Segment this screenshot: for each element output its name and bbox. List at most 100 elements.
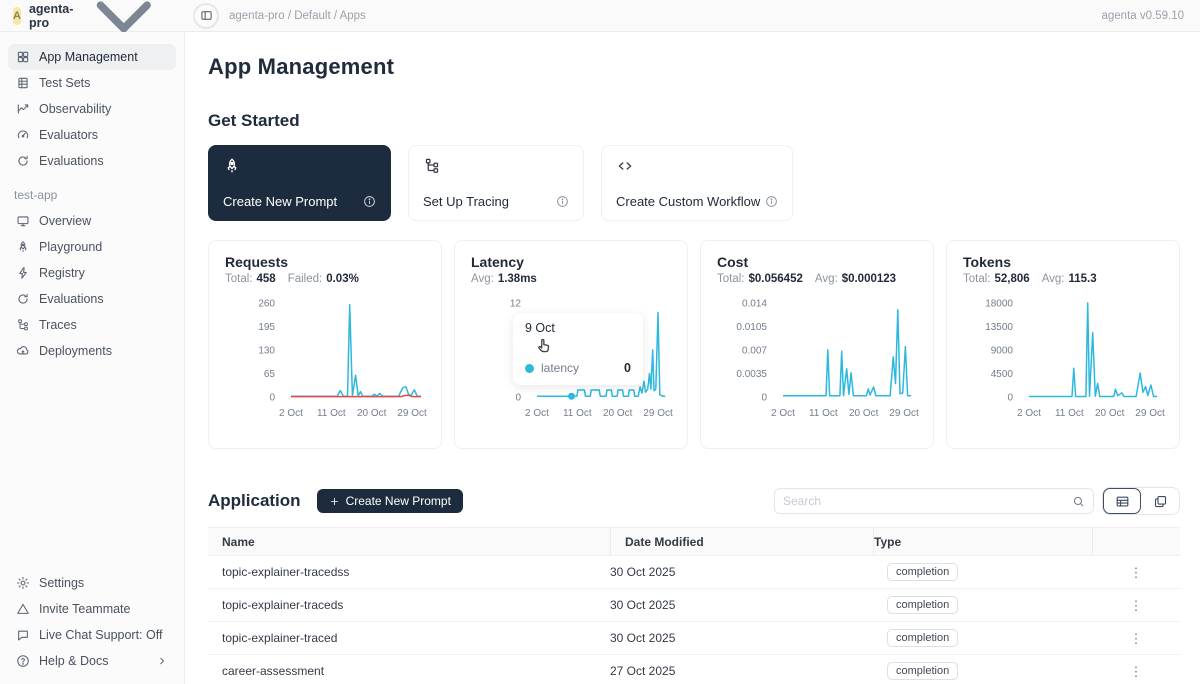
refresh-icon xyxy=(16,154,30,168)
tokens-line-chart[interactable]: 04500900013500180002 Oct11 Oct20 Oct29 O… xyxy=(963,289,1165,433)
metric-card-requests: RequestsTotal:458Failed:0.03%06513019526… xyxy=(208,240,442,449)
search-input[interactable] xyxy=(783,494,1072,508)
metric-stat-label: Avg: xyxy=(815,273,838,285)
table-row[interactable]: topic-explainer-traced30 Oct 2025complet… xyxy=(208,622,1180,655)
metric-stat-label: Total: xyxy=(963,273,991,285)
svg-text:9000: 9000 xyxy=(991,346,1014,357)
lightning-icon xyxy=(16,266,30,280)
sidebar-main-nav: App Management Test Sets Observability Eval… xyxy=(8,44,176,174)
sidebar-item-label: Test Sets xyxy=(39,76,90,90)
sidebar-item-traces[interactable]: Traces xyxy=(8,312,176,338)
get-started-cards: Create New Prompt Set Up Tracing Create Cu… xyxy=(208,145,1180,221)
sidebar-toggle-button[interactable] xyxy=(193,3,219,29)
table-row[interactable]: topic-explainer-tracedss30 Oct 2025compl… xyxy=(208,556,1180,589)
observability-icon xyxy=(16,102,30,116)
svg-text:13500: 13500 xyxy=(985,322,1013,333)
sidebar-item-evaluations[interactable]: Evaluations xyxy=(8,286,176,312)
sidebar-item-label: Traces xyxy=(39,318,77,332)
sidebar-item-playground[interactable]: Playground xyxy=(8,234,176,260)
metric-stat-value: 52,806 xyxy=(995,273,1030,285)
tooltip-date: 9 Oct xyxy=(525,321,631,335)
sidebar: App Management Test Sets Observability Eval… xyxy=(0,32,185,684)
table-row[interactable]: topic-explainer-traceds30 Oct 2025comple… xyxy=(208,589,1180,622)
sidebar-item-settings[interactable]: Settings xyxy=(8,570,176,596)
more-actions-icon[interactable]: ⋮ xyxy=(1127,632,1145,645)
table-view-button[interactable] xyxy=(1103,488,1141,514)
metric-card-tokens: Tokens Total: 52,806 Avg: 115.3 0 4500 9000 1350… xyxy=(946,240,1180,449)
svg-text:0.0035: 0.0035 xyxy=(736,369,767,380)
type-badge: completion xyxy=(887,563,958,581)
svg-text:20 Oct: 20 Oct xyxy=(1095,408,1125,419)
type-cell: completion xyxy=(873,629,1092,647)
card-label-row: Create New Prompt xyxy=(223,194,376,209)
svg-text:0: 0 xyxy=(761,393,767,404)
svg-text:29 Oct: 29 Oct xyxy=(643,408,673,419)
gear-icon xyxy=(16,576,30,590)
sidebar-item-label: App Management xyxy=(39,50,138,64)
sidebar-item-help-docs[interactable]: Help & Docs xyxy=(8,648,176,674)
hover-point-marker xyxy=(568,393,575,400)
svg-text:0.014: 0.014 xyxy=(742,299,767,310)
breadcrumb[interactable]: agenta-pro / Default / Apps xyxy=(229,10,366,22)
requests-line-chart[interactable]: 0651301952602 Oct11 Oct20 Oct29 Oct xyxy=(225,289,427,433)
chart-tooltip: 9 Octlatency0 xyxy=(513,313,643,385)
get-started-card-create-custom-workflow[interactable]: Create Custom Workflow xyxy=(601,145,793,221)
metric-stat-label: Avg: xyxy=(1042,273,1065,285)
metric-stat-value: 458 xyxy=(257,273,276,285)
metric-stat-label: Total: xyxy=(225,273,253,285)
sidebar-item-app-management[interactable]: App Management xyxy=(8,44,176,70)
plus-icon xyxy=(329,496,340,507)
type-cell: completion xyxy=(873,563,1092,581)
metric-card-latency: LatencyAvg:1.38ms0369122 Oct11 Oct20 Oct… xyxy=(454,240,688,449)
table-settings-gear-icon[interactable] xyxy=(1130,535,1144,549)
chevron-right-icon xyxy=(156,655,168,667)
sidebar-item-evaluations[interactable]: Evaluations xyxy=(8,148,176,174)
test-sets-icon xyxy=(16,76,30,90)
cost-series-line xyxy=(783,310,911,396)
metric-stat-value: 115.3 xyxy=(1069,273,1097,285)
sidebar-item-evaluators[interactable]: Evaluators xyxy=(8,122,176,148)
get-started-card-set-up-tracing[interactable]: Set Up Tracing xyxy=(408,145,584,221)
sidebar-item-live-chat-support-off[interactable]: Live Chat Support: Off xyxy=(8,622,176,648)
failed-series-line xyxy=(291,395,421,396)
type-badge: completion xyxy=(887,596,958,614)
search-icon[interactable] xyxy=(1072,495,1085,508)
sidebar-item-overview[interactable]: Overview xyxy=(8,208,176,234)
more-actions-icon[interactable]: ⋮ xyxy=(1127,566,1145,579)
svg-text:0: 0 xyxy=(1007,393,1013,404)
help-icon xyxy=(16,654,30,668)
app-name-cell: topic-explainer-traceds xyxy=(208,598,610,612)
metric-card-stats: Avg:1.38ms xyxy=(471,273,671,285)
card-view-icon xyxy=(1153,494,1168,509)
app-name-cell: topic-explainer-tracedss xyxy=(208,565,610,579)
create-new-prompt-button[interactable]: Create New Prompt xyxy=(317,489,463,513)
get-started-card-create-new-prompt[interactable]: Create New Prompt xyxy=(208,145,391,221)
invite-icon xyxy=(16,602,30,616)
card-label: Set Up Tracing xyxy=(423,194,509,209)
sidebar-item-invite-teammate[interactable]: Invite Teammate xyxy=(8,596,176,622)
table-row[interactable]: career-assessment27 Oct 2025completion⋮ xyxy=(208,655,1180,684)
gauge-icon xyxy=(16,128,30,142)
sidebar-item-test-sets[interactable]: Test Sets xyxy=(8,70,176,96)
sidebar-item-label: Registry xyxy=(39,266,85,280)
sidebar-item-registry[interactable]: Registry xyxy=(8,260,176,286)
more-actions-icon[interactable]: ⋮ xyxy=(1127,665,1145,678)
panel-left-icon xyxy=(200,9,213,22)
sidebar-item-label: Evaluators xyxy=(39,128,98,142)
workspace-name: agenta-pro xyxy=(29,2,73,30)
metric-card-title: Tokens xyxy=(963,254,1163,270)
sidebar-bottom-nav: SettingsInvite TeammateLive Chat Support… xyxy=(8,570,176,674)
top-bar: A agenta-pro agenta-pro / Default / Apps… xyxy=(0,0,1200,32)
cost-line-chart[interactable]: 00.00350.0070.01050.0142 Oct11 Oct20 Oct… xyxy=(717,289,919,433)
svg-text:4500: 4500 xyxy=(991,369,1014,380)
svg-text:11 Oct: 11 Oct xyxy=(1055,408,1084,419)
search-box xyxy=(774,488,1094,514)
metric-stat-value: 1.38ms xyxy=(498,273,537,285)
card-view-button[interactable] xyxy=(1141,488,1179,514)
sidebar-item-observability[interactable]: Observability xyxy=(8,96,176,122)
svg-text:0: 0 xyxy=(515,393,521,404)
sidebar-item-deployments[interactable]: Deployments xyxy=(8,338,176,364)
more-actions-icon[interactable]: ⋮ xyxy=(1127,599,1145,612)
application-header: Application Create New Prompt xyxy=(208,487,1180,515)
tokens-series-line xyxy=(1029,303,1157,397)
